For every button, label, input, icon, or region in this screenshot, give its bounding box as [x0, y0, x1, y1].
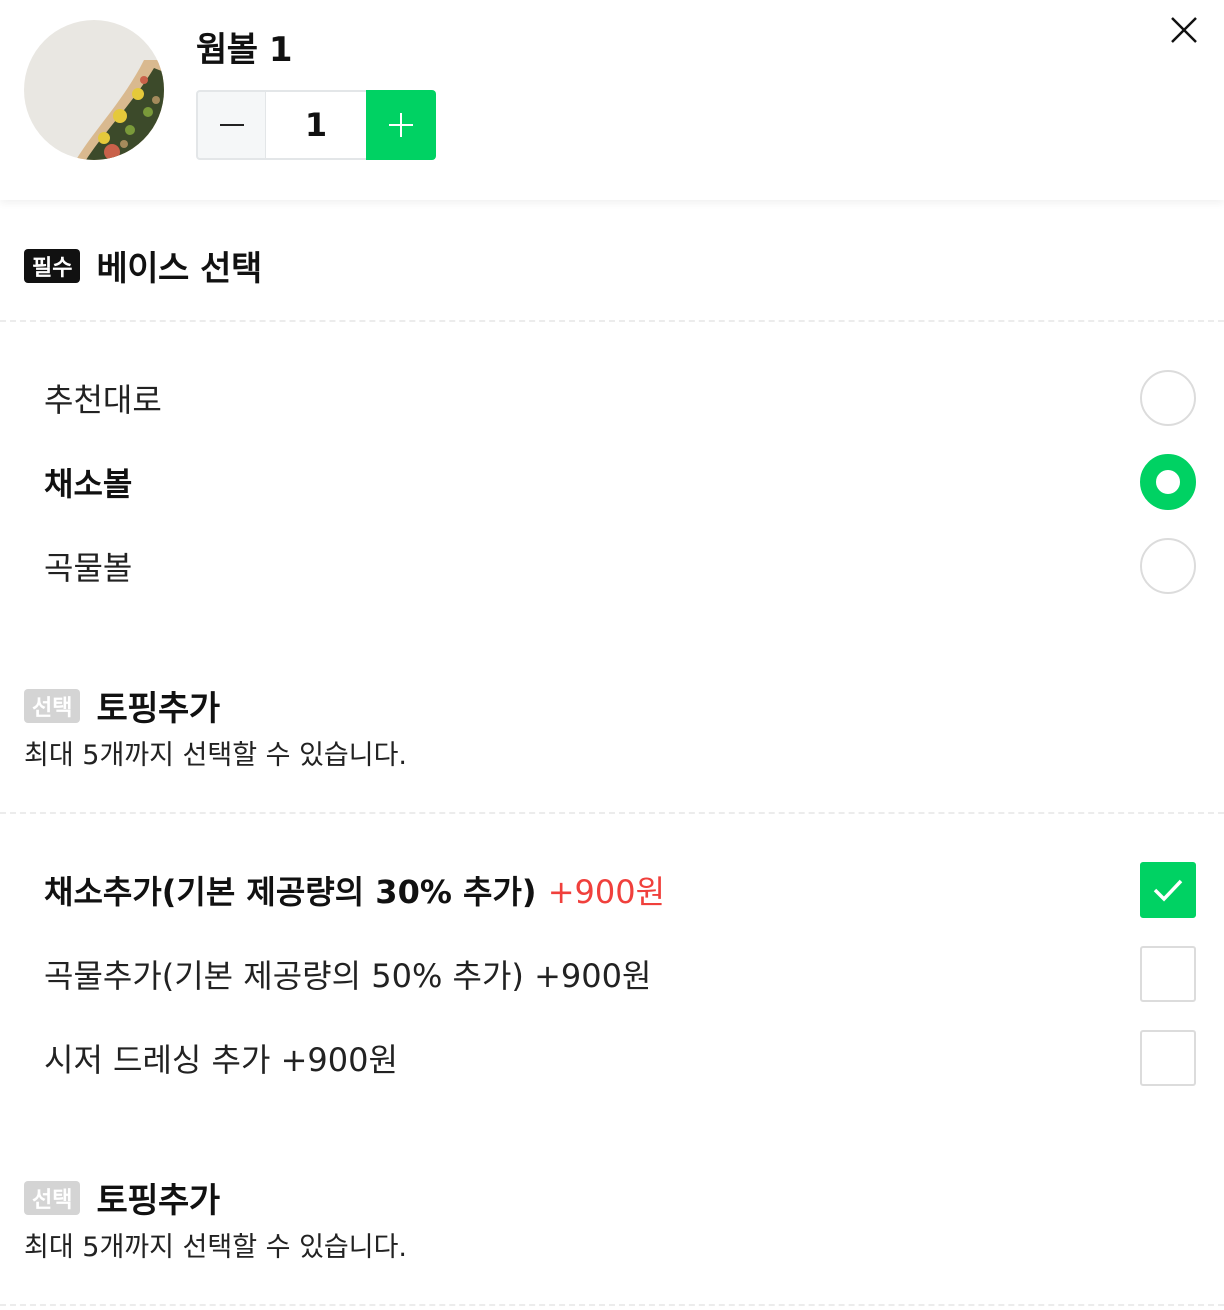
option-text: 채소추가(기본 제공량의 30% 추가) +900원	[44, 867, 665, 913]
topping-section-header: 선택 토핑추가	[24, 1173, 220, 1222]
checkbox-option[interactable]: 채소추가(기본 제공량의 30% 추가) +900원	[44, 862, 1196, 918]
topping-section-header: 선택 토핑추가	[24, 681, 220, 730]
radio-button[interactable]	[1140, 370, 1196, 426]
option-price: +900원	[547, 873, 666, 911]
radio-button[interactable]	[1140, 538, 1196, 594]
option-label: 채소볼	[44, 465, 133, 503]
optional-badge: 선택	[24, 688, 81, 723]
minus-icon	[219, 124, 244, 126]
checkbox[interactable]	[1140, 1030, 1196, 1086]
section-title: 토핑추가	[96, 689, 220, 729]
close-icon	[1171, 17, 1197, 43]
option-price: +900원	[280, 1041, 398, 1079]
section-description: 최대 5개까지 선택할 수 있습니다.	[24, 740, 408, 771]
option-price: +900원	[534, 957, 652, 995]
decrease-quantity-button[interactable]	[196, 90, 266, 160]
base-section-header: 필수 베이스 선택	[24, 241, 262, 290]
checkbox[interactable]	[1140, 946, 1196, 1002]
product-header: 웜볼 1 1	[0, 0, 1224, 200]
divider	[0, 320, 1224, 322]
option-label: 채소추가(기본 제공량의 30% 추가)	[44, 873, 537, 911]
product-name: 웜볼 1	[196, 30, 293, 70]
radio-button-selected[interactable]	[1140, 454, 1196, 510]
radio-option[interactable]: 곡물볼	[44, 538, 1196, 594]
section-title: 토핑추가	[96, 1181, 220, 1221]
option-label: 시저 드레싱 추가	[44, 1041, 271, 1079]
quantity-value: 1	[266, 90, 366, 160]
product-image	[24, 20, 164, 160]
option-label: 곡물추가(기본 제공량의 50% 추가)	[44, 957, 524, 995]
checkbox-option[interactable]: 곡물추가(기본 제공량의 50% 추가) +900원	[44, 946, 1196, 1002]
radio-option[interactable]: 추천대로	[44, 370, 1196, 426]
divider	[0, 812, 1224, 814]
checkbox-checked[interactable]	[1140, 862, 1196, 918]
option-text: 곡물추가(기본 제공량의 50% 추가) +900원	[44, 951, 651, 997]
check-icon	[1153, 879, 1183, 902]
required-badge: 필수	[24, 248, 81, 283]
section-title: 베이스 선택	[96, 249, 262, 289]
checkbox-option[interactable]: 시저 드레싱 추가 +900원	[44, 1030, 1196, 1086]
close-button[interactable]	[1164, 10, 1204, 50]
quantity-stepper: 1	[196, 90, 436, 160]
plus-icon	[389, 113, 413, 137]
optional-badge: 선택	[24, 1180, 81, 1215]
divider	[0, 1304, 1224, 1306]
section-description: 최대 5개까지 선택할 수 있습니다.	[24, 1232, 408, 1263]
option-label: 추천대로	[44, 381, 162, 419]
radio-option[interactable]: 채소볼	[44, 454, 1196, 510]
option-text: 시저 드레싱 추가 +900원	[44, 1035, 398, 1081]
option-label: 곡물볼	[44, 549, 133, 587]
increase-quantity-button[interactable]	[366, 90, 436, 160]
